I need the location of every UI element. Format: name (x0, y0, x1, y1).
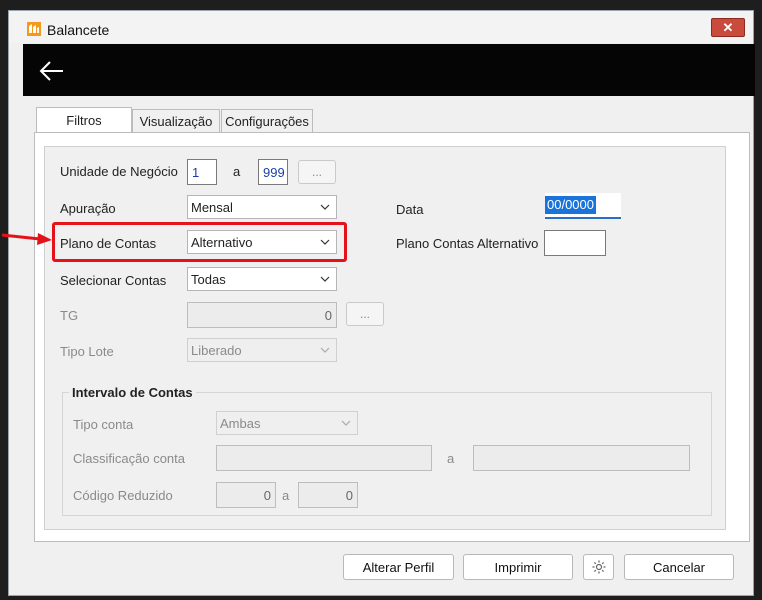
unidade-lookup-label: ... (311, 165, 322, 179)
intervalo-title: Intervalo de Contas (69, 385, 196, 400)
close-button[interactable]: ✕ (711, 18, 745, 37)
tg-lookup-button: ... (346, 302, 384, 326)
data-value: 00/0000 (545, 196, 596, 214)
tg-lookup-label: ... (359, 307, 370, 321)
chevron-down-icon (320, 204, 330, 210)
codigo-from-value: 0 (263, 487, 271, 503)
tab-filtros-label: Filtros (66, 112, 102, 128)
selecionar-contas-select[interactable]: Todas (187, 267, 337, 291)
codigo-to-value: 0 (345, 487, 353, 503)
tipo-lote-select: Liberado (187, 338, 337, 362)
alterar-perfil-button[interactable]: Alterar Perfil (343, 554, 454, 580)
tab-filtros[interactable]: Filtros (36, 107, 132, 132)
imprimir-label: Imprimir (494, 559, 542, 575)
red-arrow-icon (1, 233, 52, 245)
tipo-lote-label: Tipo Lote (60, 344, 114, 359)
apuracao-value: Mensal (191, 199, 233, 215)
tipo-conta-select: Ambas (216, 411, 358, 435)
selecionar-contas-value: Todas (191, 271, 226, 287)
classificacao-sep: a (447, 451, 455, 466)
data-label: Data (396, 202, 424, 217)
tab-configuracoes-label: Configurações (225, 114, 309, 129)
tab-visualizacao-label: Visualização (139, 114, 213, 129)
unidade-to-input[interactable]: 999 (258, 159, 288, 185)
title-bar: Balancete ✕ (9, 11, 753, 43)
settings-button[interactable] (583, 554, 614, 580)
header-bar (23, 44, 755, 96)
imprimir-button[interactable]: Imprimir (463, 554, 573, 580)
chevron-down-icon (341, 420, 351, 426)
codigo-from-input: 0 (216, 482, 276, 508)
tg-label: TG (60, 308, 79, 323)
cancelar-label: Cancelar (652, 559, 706, 575)
highlight-box (52, 222, 347, 262)
plano-alt-label: Plano Contas Alternativo (396, 236, 539, 251)
chevron-down-icon (320, 276, 330, 282)
codigo-to-input: 0 (298, 482, 358, 508)
alterar-perfil-label: Alterar Perfil (362, 559, 435, 575)
unidade-from-value: 1 (192, 164, 200, 180)
close-icon: ✕ (722, 19, 734, 35)
apuracao-label: Apuração (60, 201, 116, 216)
plano-alt-input[interactable] (544, 230, 606, 256)
cancelar-button[interactable]: Cancelar (624, 554, 734, 580)
unidade-from-input[interactable]: 1 (187, 159, 217, 185)
apuracao-select[interactable]: Mensal (187, 195, 337, 219)
tab-configuracoes[interactable]: Configurações (221, 109, 313, 133)
selecionar-contas-label: Selecionar Contas (60, 273, 167, 288)
tg-value: 0 (324, 307, 332, 323)
chevron-down-icon (320, 347, 330, 353)
unidade-to-value: 999 (263, 164, 285, 180)
tg-input: 0 (187, 302, 337, 328)
classificacao-from-input (216, 445, 432, 471)
unidade-lookup-button[interactable]: ... (298, 160, 336, 184)
tipo-conta-label: Tipo conta (73, 417, 134, 432)
back-arrow-icon[interactable] (37, 56, 67, 86)
unidade-sep: a (233, 164, 241, 179)
gear-icon (592, 560, 605, 574)
codigo-sep: a (282, 488, 290, 503)
window-title: Balancete (47, 22, 110, 38)
data-input[interactable]: 00/0000 (545, 193, 621, 219)
classificacao-label: Classificação conta (73, 451, 185, 466)
classificacao-to-input (473, 445, 690, 471)
codigo-reduzido-label: Código Reduzido (73, 488, 173, 503)
tipo-conta-value: Ambas (220, 415, 261, 431)
app-logo-icon (27, 22, 41, 36)
tab-visualizacao[interactable]: Visualização (132, 109, 220, 133)
tipo-lote-value: Liberado (191, 342, 242, 358)
unidade-negocio-label: Unidade de Negócio (60, 164, 178, 179)
